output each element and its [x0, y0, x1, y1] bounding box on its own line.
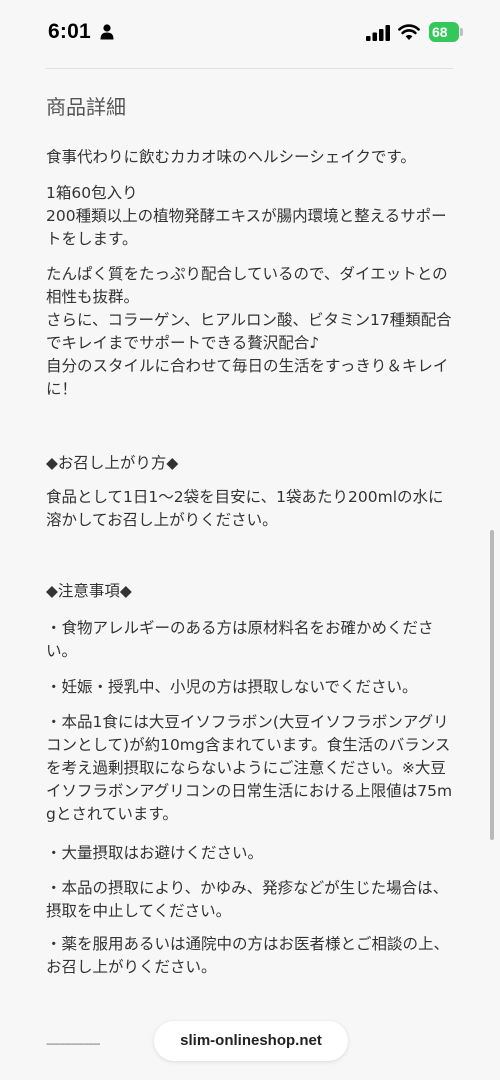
- caution-item: ・大量摂取はお避けください。: [46, 844, 264, 862]
- howto-text: 食品として1日1〜2袋を目安に、1袋あたり200mlの水に溶かしてお召し上がりく…: [46, 488, 444, 529]
- product-details: 商品詳細 食事代わりに飲むカカオ味のヘルシーシェイクです。 1箱60包入り 20…: [46, 90, 458, 976]
- howto-heading: ◆お召し上がり方◆: [46, 454, 179, 472]
- section-title: 商品詳細: [46, 95, 126, 119]
- status-time: 6:01: [48, 20, 91, 43]
- caution-item: ・妊娠・授乳中、小児の方は摂取しないでください。: [46, 678, 418, 696]
- battery-level: 68: [432, 24, 448, 40]
- package-paragraph: 1箱60包入り 200種類以上の植物発酵エキスが腸内環境と整えるサポートをします…: [46, 184, 447, 248]
- features-paragraph: たんぱく質をたっぷり配合しているので、ダイエットとの相性も抜群。 さらに、コラー…: [46, 265, 452, 398]
- wifi-icon: [398, 24, 420, 40]
- dashed-separator: ------------------: [46, 1037, 100, 1050]
- caution-item: ・薬を服用あるいは通院中の方はお医者様とご相談の上、お召し上がりください。: [46, 935, 450, 976]
- url-text: slim-onlineshop.net: [180, 1032, 322, 1049]
- caution-heading: ◆注意事項◆: [46, 582, 132, 600]
- caution-item: ・本品の摂取により、かゆみ、発疹などが生じた場合は、摂取を中止してください。: [46, 879, 449, 920]
- caution-item: ・食物アレルギーのある方は原材料名をお確かめください。: [46, 619, 434, 660]
- intro-paragraph: 食事代わりに飲むカカオ味のヘルシーシェイクです。: [46, 148, 416, 166]
- top-divider: [46, 68, 454, 69]
- caution-item: ・本品1食には大豆イソフラボン(大豆イソフラボンアグリコンとして)が約10mg含…: [46, 713, 453, 823]
- person-icon: [100, 24, 114, 40]
- scrollbar[interactable]: [490, 530, 494, 840]
- battery-icon: 68: [429, 22, 463, 42]
- signal-icon: [366, 25, 390, 41]
- status-bar: 6:01 68: [0, 0, 500, 62]
- address-bar[interactable]: slim-onlineshop.net: [154, 1021, 348, 1061]
